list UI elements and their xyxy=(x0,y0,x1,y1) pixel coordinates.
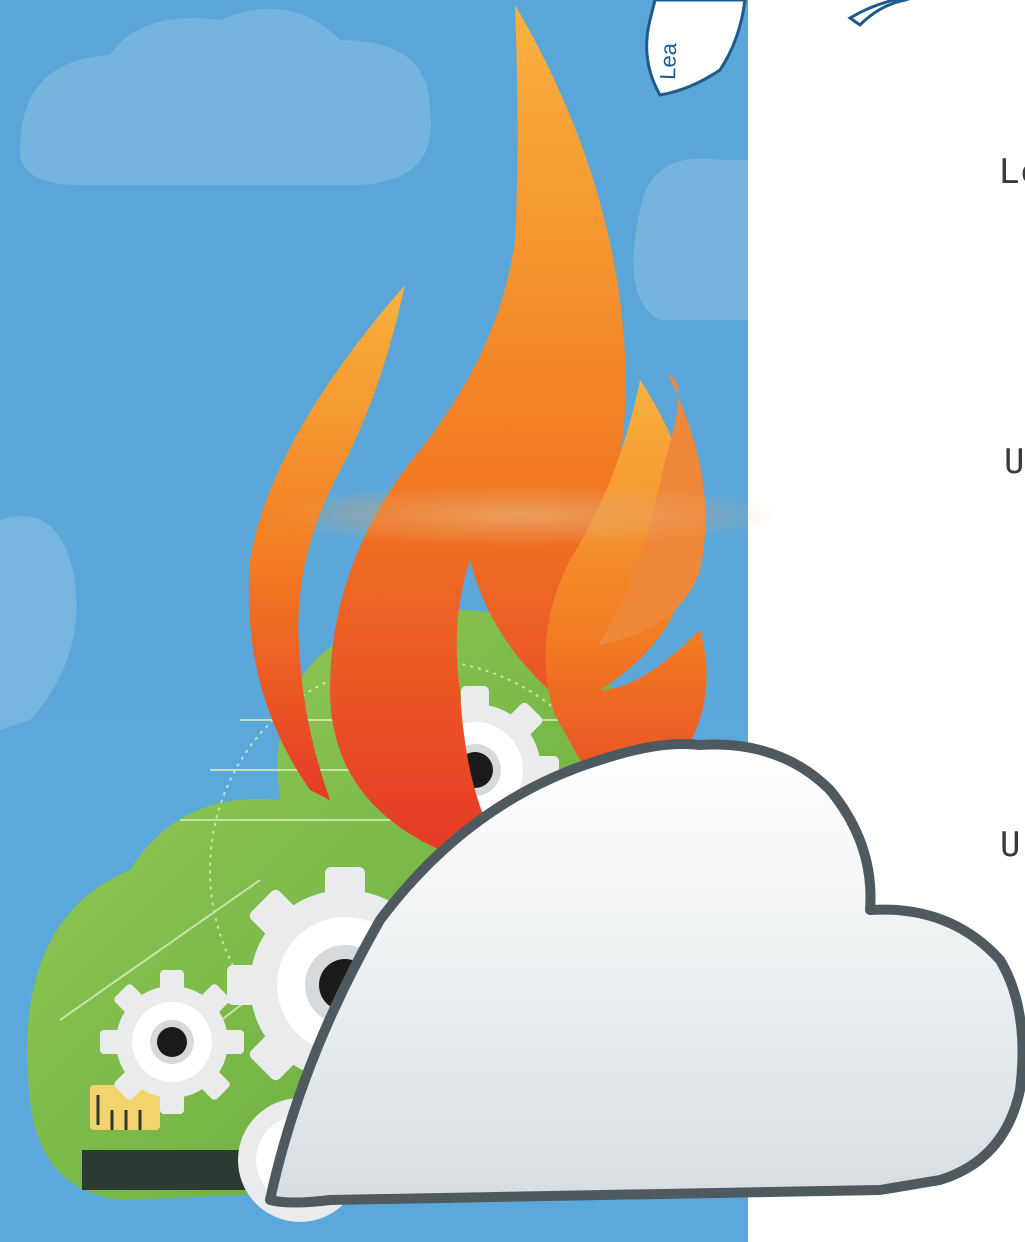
glow-band xyxy=(260,483,780,547)
book-doodle xyxy=(645,0,910,97)
side-text-2: U xyxy=(1004,442,1025,482)
side-text-1: Le xyxy=(999,152,1025,192)
side-text-3: U xyxy=(1000,825,1022,865)
gear-icon xyxy=(100,970,244,1114)
cloud-fire-illustration: Lea xyxy=(0,0,1025,1222)
book-label: Lea xyxy=(655,42,681,80)
